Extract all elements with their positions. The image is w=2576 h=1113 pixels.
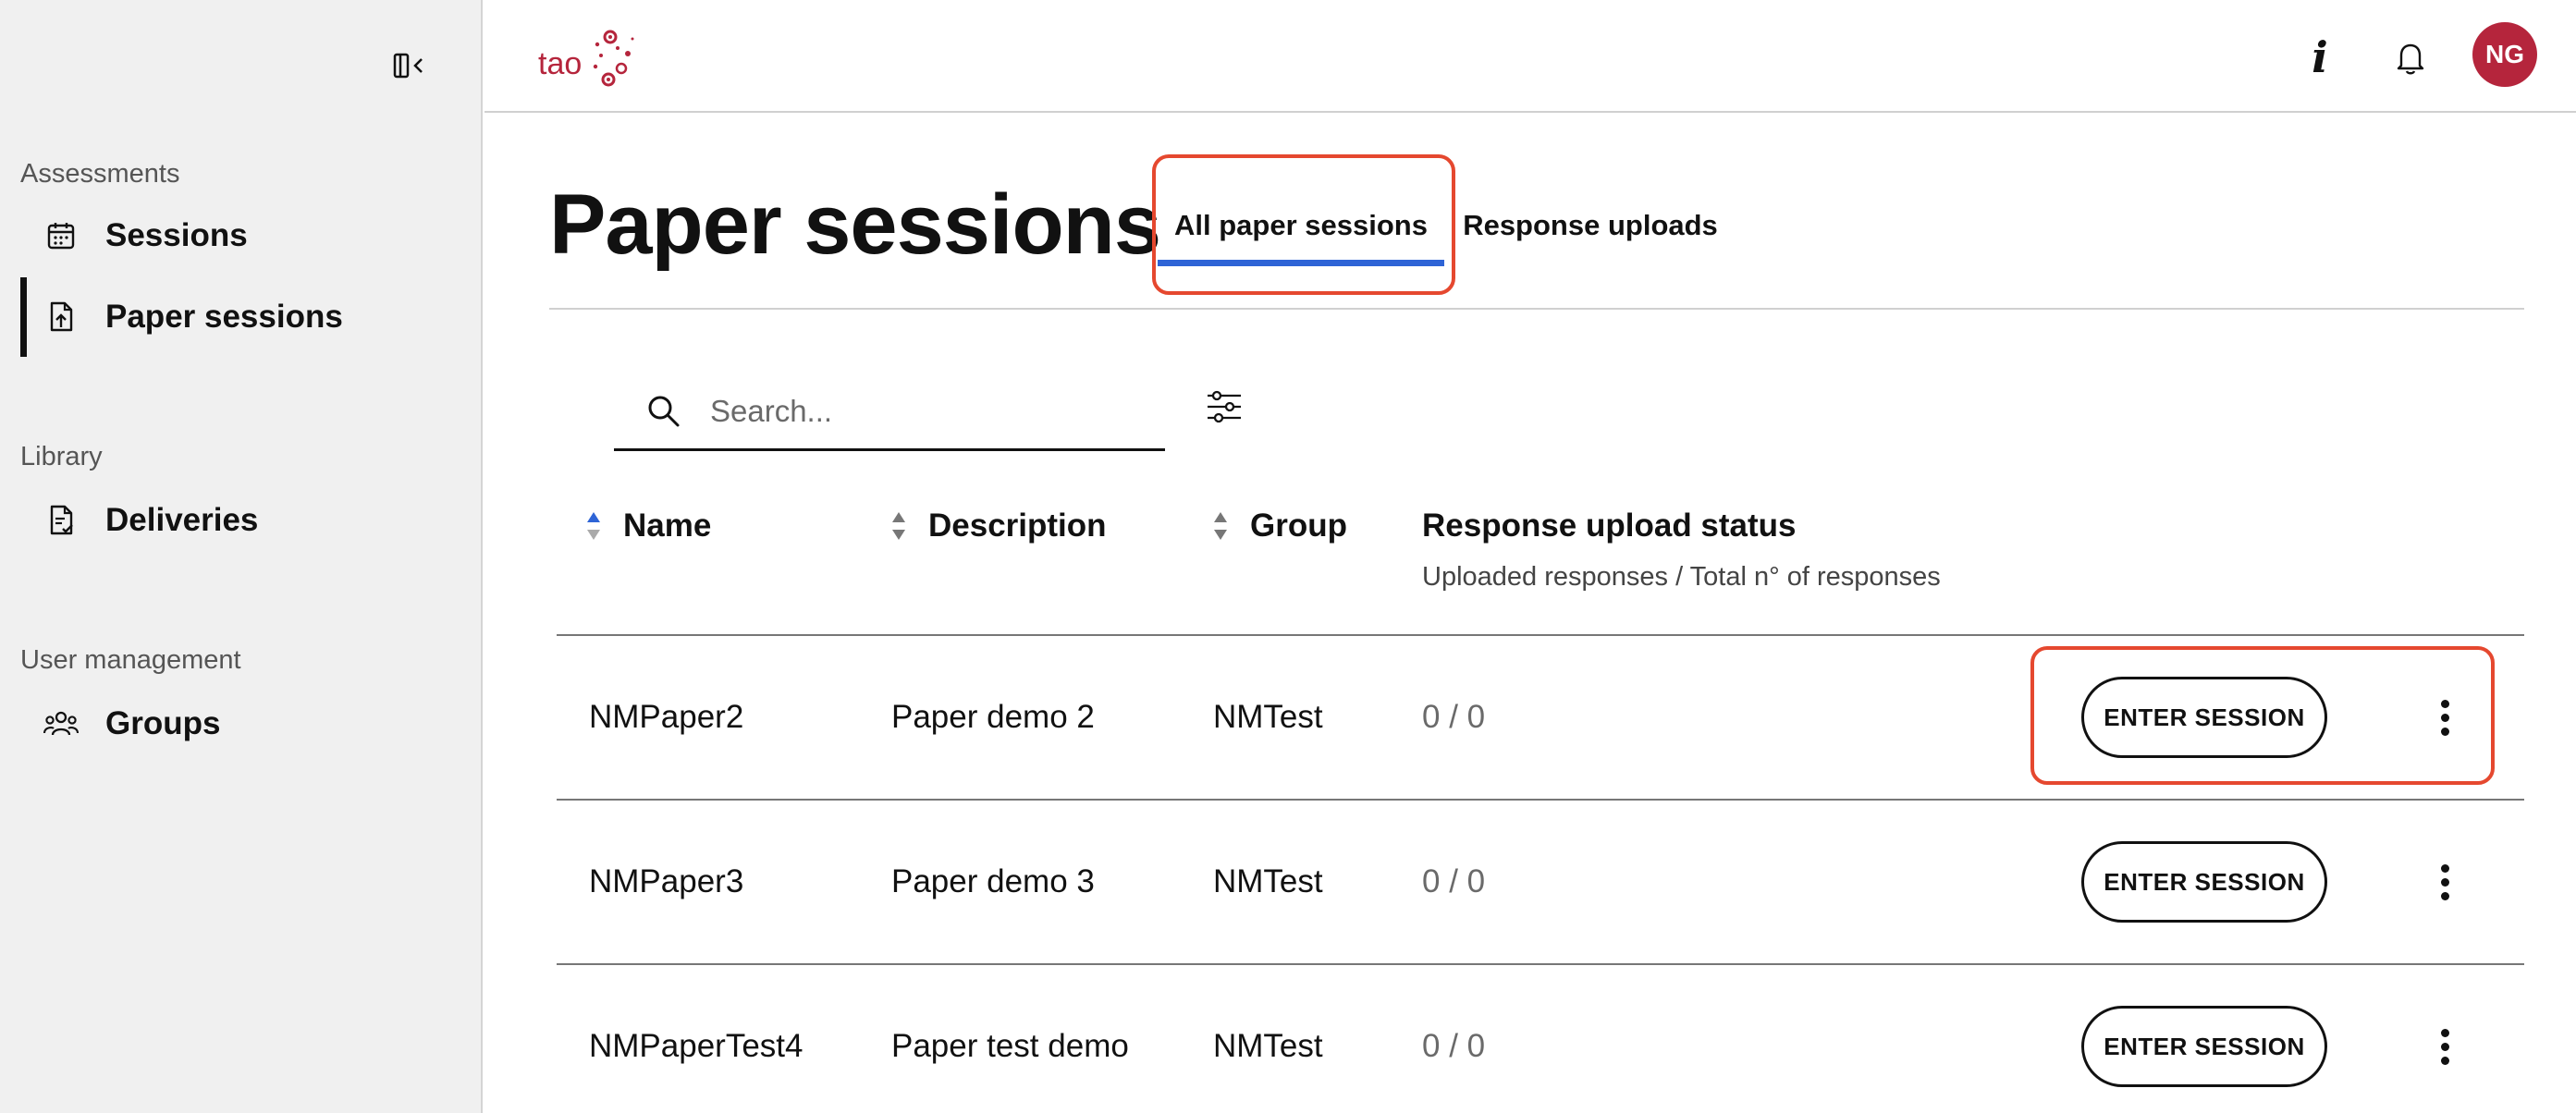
calendar-icon	[43, 217, 80, 254]
cell-name: NMPaper3	[589, 863, 744, 899]
collapse-sidebar-icon	[393, 53, 423, 79]
filter-button[interactable]	[1202, 385, 1246, 429]
user-avatar[interactable]: NG	[2472, 22, 2537, 87]
document-upload-icon	[43, 299, 80, 336]
tab-all-paper-sessions[interactable]: All paper sessions	[1158, 185, 1444, 266]
sort-ascending-icon[interactable]	[584, 510, 603, 542]
tabs-divider	[549, 308, 2524, 310]
svg-text:tao: tao	[538, 46, 582, 81]
bell-icon	[2397, 43, 2424, 75]
column-header-sublabel: Uploaded responses / Total n° of respons…	[1422, 562, 1941, 592]
top-bar: tao i NG	[485, 0, 2576, 113]
row-divider	[557, 799, 2524, 801]
info-button[interactable]: i	[2297, 31, 2343, 83]
cell-group: NMTest	[1213, 699, 1323, 735]
sidebar: Assessments Sessions Paper sessions Libr…	[0, 0, 483, 1113]
cell-upload-status: 0 / 0	[1422, 1028, 1486, 1064]
cell-group: NMTest	[1213, 863, 1323, 899]
sidebar-item-groups[interactable]: Groups	[20, 684, 455, 764]
sidebar-item-label: Paper sessions	[105, 299, 343, 335]
search-field	[614, 373, 1165, 451]
filter-sliders-icon	[1208, 390, 1241, 423]
sidebar-item-paper-sessions[interactable]: Paper sessions	[20, 277, 455, 357]
cell-name: NMPaperTest4	[589, 1028, 803, 1064]
notifications-button[interactable]	[2387, 35, 2434, 81]
cell-upload-status: 0 / 0	[1422, 699, 1486, 735]
tab-response-uploads[interactable]: Response uploads	[1461, 185, 1720, 266]
column-header-label: Group	[1250, 508, 1347, 544]
page-title: Paper sessions	[549, 177, 1161, 272]
column-header-label: Response upload status	[1422, 508, 1797, 544]
sidebar-section-assessments: Assessments	[20, 159, 180, 189]
sort-icon[interactable]	[1211, 510, 1230, 542]
document-check-icon	[43, 502, 80, 539]
sidebar-item-label: Groups	[105, 705, 221, 741]
cell-description: Paper demo 3	[891, 863, 1095, 899]
column-header-label: Name	[623, 508, 712, 544]
sidebar-section-user-management: User management	[20, 645, 241, 675]
search-input[interactable]	[710, 393, 1117, 429]
column-header-description[interactable]: Description	[889, 507, 1107, 545]
cell-upload-status: 0 / 0	[1422, 863, 1486, 899]
enter-session-button[interactable]: ENTER SESSION	[2081, 841, 2327, 923]
column-header-response-upload-status: Response upload status	[1422, 507, 1797, 545]
sidebar-item-sessions[interactable]: Sessions	[20, 196, 455, 275]
sidebar-item-label: Sessions	[105, 217, 248, 253]
sidebar-item-label: Deliveries	[105, 502, 259, 538]
cell-description: Paper demo 2	[891, 699, 1095, 735]
sidebar-item-deliveries[interactable]: Deliveries	[20, 481, 455, 560]
sidebar-section-library: Library	[20, 442, 103, 471]
more-options-icon[interactable]	[2426, 854, 2463, 910]
sort-icon[interactable]	[889, 510, 908, 542]
cell-name: NMPaper2	[589, 699, 744, 735]
more-options-icon[interactable]	[2426, 690, 2463, 745]
collapse-sidebar-button[interactable]	[388, 46, 431, 85]
cell-description: Paper test demo	[891, 1028, 1129, 1064]
column-header-group[interactable]: Group	[1211, 507, 1347, 545]
tao-logo[interactable]: tao	[536, 26, 638, 87]
enter-session-button[interactable]: ENTER SESSION	[2081, 1006, 2327, 1087]
search-icon	[645, 392, 684, 431]
row-divider	[557, 963, 2524, 965]
users-group-icon	[43, 705, 80, 742]
app-window: Assessments Sessions Paper sessions Libr…	[0, 0, 2576, 1113]
row-divider	[557, 634, 2524, 636]
column-header-label: Description	[928, 508, 1107, 544]
more-options-icon[interactable]	[2426, 1019, 2463, 1074]
enter-session-button[interactable]: ENTER SESSION	[2081, 677, 2327, 758]
cell-group: NMTest	[1213, 1028, 1323, 1064]
column-header-name[interactable]: Name	[584, 507, 711, 545]
